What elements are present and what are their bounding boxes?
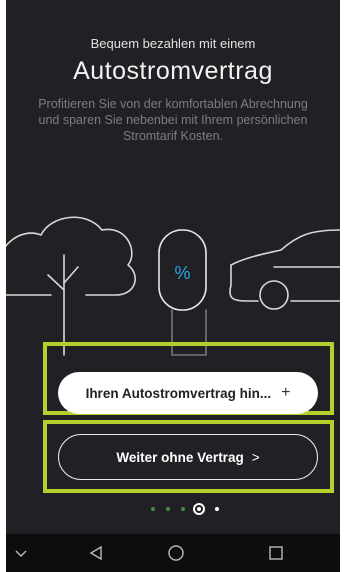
tree-icon (47, 254, 79, 356)
percent-badge: % (174, 263, 190, 283)
page-title: Autostromvertrag (73, 57, 273, 85)
page-dot[interactable] (166, 507, 170, 511)
back-icon[interactable] (81, 534, 111, 572)
page-dot[interactable] (215, 507, 219, 511)
home-icon[interactable] (161, 534, 191, 572)
page-dot[interactable] (151, 507, 155, 511)
system-navigation-bar (6, 534, 340, 572)
onboarding-screen: Bequem bezahlen mit einem Autostromvertr… (6, 0, 340, 572)
skip-contract-label: Weiter ohne Vertrag (116, 449, 244, 465)
page-dot[interactable] (181, 507, 185, 511)
add-contract-label: Ihren Autostromvertrag hin... (85, 385, 272, 401)
cloud-icon (6, 216, 136, 296)
skip-contract-button[interactable]: Weiter ohne Vertrag > (58, 434, 318, 480)
charging-station-icon (158, 229, 207, 356)
car-icon (229, 229, 340, 310)
add-contract-button[interactable]: Ihren Autostromvertrag hin... + (58, 372, 318, 414)
intro-subtitle: Bequem bezahlen mit einem (90, 36, 256, 51)
page-dot-active[interactable] (193, 503, 205, 515)
intro-description: Profitieren Sie von der komfortablen Abr… (38, 97, 308, 143)
plus-icon: + (281, 384, 291, 401)
chevron-right-icon: > (251, 449, 260, 465)
page-indicator (6, 502, 340, 516)
illustration: % (6, 216, 340, 356)
collapse-icon[interactable] (6, 534, 36, 572)
recents-icon[interactable] (261, 534, 291, 572)
